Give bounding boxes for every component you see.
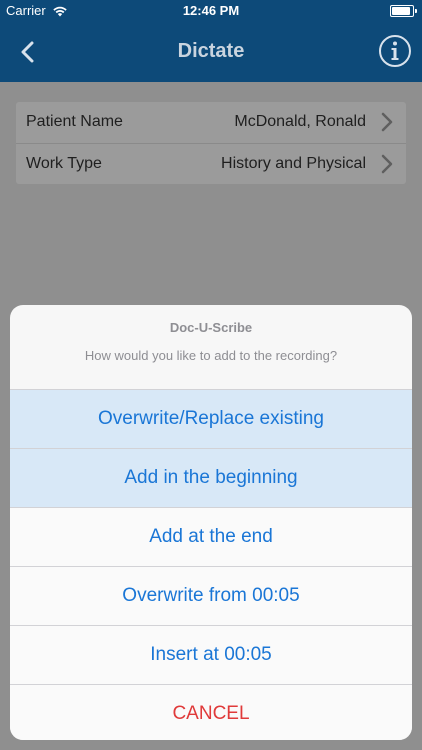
row-label: Work Type <box>26 155 102 172</box>
insert-at-button[interactable]: Insert at 00:05 <box>10 625 412 684</box>
action-sheet-header: Doc-U-Scribe How would you like to add t… <box>10 305 412 389</box>
action-sheet-title: Doc-U-Scribe <box>169 320 253 335</box>
form-card: Patient Name McDonald, Ronald Work Type … <box>16 102 406 184</box>
patient-name-row[interactable]: Patient Name McDonald, Ronald <box>16 102 406 142</box>
cancel-button[interactable]: CANCEL <box>10 684 412 740</box>
status-bar: Carrier 12:46 PM <box>0 0 422 22</box>
page-title: Dictate <box>177 40 245 62</box>
screen: Carrier 12:46 PM Dictate Patient Name Mc… <box>0 0 422 750</box>
action-sheet-message: How would you like to add to the recordi… <box>84 348 338 363</box>
add-beginning-button[interactable]: Add in the beginning <box>10 448 412 507</box>
row-value: McDonald, Ronald <box>234 113 366 130</box>
nav-bar: Dictate <box>0 22 422 82</box>
row-label: Patient Name <box>26 113 123 130</box>
overwrite-from-button[interactable]: Overwrite from 00:05 <box>10 566 412 625</box>
info-icon[interactable] <box>378 34 412 68</box>
battery-fill <box>392 7 410 15</box>
battery-icon <box>390 5 417 17</box>
add-end-button[interactable]: Add at the end <box>10 507 412 566</box>
chevron-right-icon <box>381 154 393 174</box>
chevron-right-icon <box>381 112 393 132</box>
work-type-row[interactable]: Work Type History and Physical <box>16 144 406 184</box>
clock: 12:46 PM <box>182 3 240 18</box>
action-sheet: Doc-U-Scribe How would you like to add t… <box>10 305 412 740</box>
row-value: History and Physical <box>221 155 366 172</box>
overwrite-replace-button[interactable]: Overwrite/Replace existing <box>10 389 412 448</box>
